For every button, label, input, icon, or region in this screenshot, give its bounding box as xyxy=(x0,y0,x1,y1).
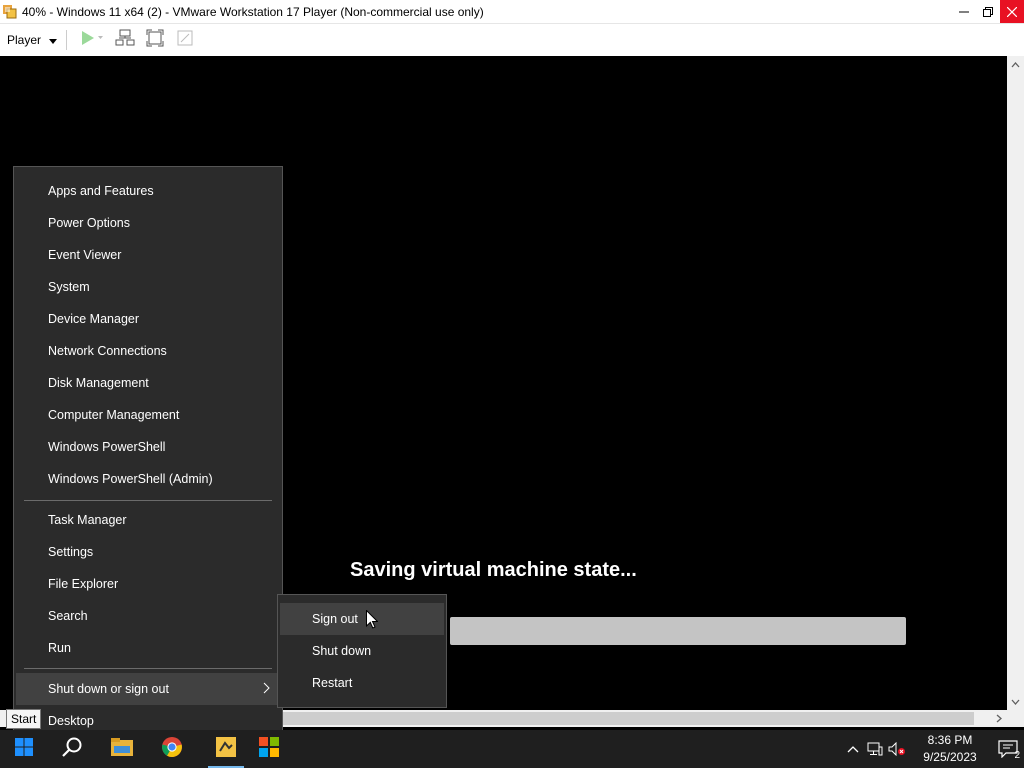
start-button[interactable] xyxy=(0,730,48,768)
folder-icon xyxy=(111,737,133,761)
menu-item-search[interactable]: Search xyxy=(14,600,282,632)
menu-item-label: Windows PowerShell xyxy=(48,440,166,454)
vmware-app-icon[interactable] xyxy=(2,4,18,20)
menu-divider xyxy=(24,500,272,501)
menu-item-system[interactable]: System xyxy=(14,271,282,303)
menu-item-label: Windows PowerShell (Admin) xyxy=(48,472,213,486)
progress-fill xyxy=(450,617,906,645)
player-menu-label: Player xyxy=(7,33,42,47)
chevron-up-icon xyxy=(847,746,859,753)
taskbar-file-explorer[interactable] xyxy=(98,730,146,768)
scroll-down-icon[interactable] xyxy=(1007,693,1024,710)
unity-icon xyxy=(176,29,194,52)
menu-item-windows-powershell[interactable]: Windows PowerShell xyxy=(14,431,282,463)
menu-item-file-explorer[interactable]: File Explorer xyxy=(14,568,282,600)
menu-item-label: Shut down or sign out xyxy=(48,682,169,696)
menu-item-label: Task Manager xyxy=(48,513,127,527)
menu-item-label: Run xyxy=(48,641,71,655)
fullscreen-icon xyxy=(146,29,164,52)
menu-item-shut-down-or-sign-out[interactable]: Shut down or sign out xyxy=(16,673,280,705)
toolbar-divider xyxy=(66,30,68,50)
player-menu-button[interactable]: Player xyxy=(7,28,58,52)
clock-date: 9/25/2023 xyxy=(923,750,977,764)
clock-time: 8:36 PM xyxy=(927,733,973,747)
power-on-button[interactable] xyxy=(76,28,108,52)
menu-item-label: Network Connections xyxy=(48,344,167,358)
play-icon xyxy=(81,30,104,50)
chrome-icon xyxy=(161,736,183,763)
submenu-item-restart[interactable]: Restart xyxy=(280,667,444,699)
search-icon xyxy=(61,736,83,763)
chevron-right-icon xyxy=(263,682,270,697)
vertical-scrollbar[interactable] xyxy=(1007,56,1024,710)
notification-center-button[interactable]: 2 xyxy=(992,730,1024,768)
scroll-right-icon[interactable] xyxy=(990,710,1007,727)
network-computers-icon xyxy=(115,29,135,52)
menu-item-device-manager[interactable]: Device Manager xyxy=(14,303,282,335)
windows-logo-icon xyxy=(15,737,33,761)
taskbar: 8:36 PM 9/25/2023 2 xyxy=(0,730,1024,768)
minimize-button[interactable] xyxy=(952,0,976,23)
start-tooltip: Start xyxy=(6,709,42,729)
restore-button[interactable] xyxy=(976,0,1000,23)
fullscreen-button[interactable] xyxy=(142,28,168,52)
menu-divider xyxy=(24,668,272,669)
submenu-item-label: Sign out xyxy=(312,612,358,626)
menu-item-computer-management[interactable]: Computer Management xyxy=(14,399,282,431)
submenu-item-label: Restart xyxy=(312,676,353,690)
window-title: 40% - Windows 11 x64 (2) - VMware Workst… xyxy=(22,4,484,19)
taskbar-clock[interactable]: 8:36 PM 9/25/2023 xyxy=(916,732,984,766)
chevron-down-icon xyxy=(49,33,58,47)
menu-item-label: Apps and Features xyxy=(48,184,154,198)
volume-muted-icon[interactable] xyxy=(886,730,908,768)
scroll-up-icon[interactable] xyxy=(1007,56,1024,73)
menu-item-disk-management[interactable]: Disk Management xyxy=(14,367,282,399)
unity-button[interactable] xyxy=(172,28,198,52)
saving-status-text: Saving virtual machine state... xyxy=(350,559,637,581)
scrollbar-corner xyxy=(1007,710,1024,727)
menu-item-label: Event Viewer xyxy=(48,248,122,262)
menu-item-label: Search xyxy=(48,609,88,623)
title-bar: 40% - Windows 11 x64 (2) - VMware Workst… xyxy=(0,0,1024,23)
taskbar-app-pinned[interactable] xyxy=(202,730,250,768)
menu-item-run[interactable]: Run xyxy=(14,632,282,664)
system-tray: 8:36 PM 9/25/2023 2 xyxy=(842,730,1024,768)
menu-item-label: Settings xyxy=(48,545,94,559)
submenu-item-sign-out[interactable]: Sign out xyxy=(280,603,444,635)
menu-item-label: Desktop xyxy=(48,714,94,728)
submenu-item-label: Shut down xyxy=(312,644,372,658)
menu-item-settings[interactable]: Settings xyxy=(14,536,282,568)
submenu-item-shut-down[interactable]: Shut down xyxy=(280,635,444,667)
store-icon xyxy=(259,736,279,762)
menu-item-power-options[interactable]: Power Options xyxy=(14,207,282,239)
menu-item-label: Device Manager xyxy=(48,312,140,326)
menu-item-label: Disk Management xyxy=(48,376,149,390)
menu-item-label: Power Options xyxy=(48,216,130,230)
close-button[interactable] xyxy=(1000,0,1024,23)
menu-item-event-viewer[interactable]: Event Viewer xyxy=(14,239,282,271)
shutdown-submenu: Sign out Shut down Restart xyxy=(277,594,447,708)
send-ctrl-alt-del-button[interactable] xyxy=(112,28,138,52)
taskbar-chrome[interactable] xyxy=(148,730,196,768)
horizontal-scroll-thumb[interactable] xyxy=(282,712,974,725)
menu-item-windows-powershell-admin[interactable]: Windows PowerShell (Admin) xyxy=(14,463,282,495)
taskbar-microsoft-store[interactable] xyxy=(245,730,293,768)
menu-item-label: System xyxy=(48,280,90,294)
menu-item-task-manager[interactable]: Task Manager xyxy=(14,504,282,536)
network-icon[interactable] xyxy=(864,730,886,768)
mouse-pointer-icon xyxy=(366,609,379,634)
menu-item-network-connections[interactable]: Network Connections xyxy=(14,335,282,367)
player-toolbar: Player xyxy=(0,23,1024,56)
app-icon xyxy=(216,736,236,762)
winx-quick-link-menu: Apps and Features Power Options Event Vi… xyxy=(13,166,283,746)
menu-item-label: Computer Management xyxy=(48,408,180,422)
show-hidden-icons-button[interactable] xyxy=(842,730,864,768)
notification-count-badge: 2 xyxy=(1014,750,1020,761)
taskbar-search-button[interactable] xyxy=(48,730,96,768)
menu-item-label: File Explorer xyxy=(48,577,119,591)
menu-item-apps-and-features[interactable]: Apps and Features xyxy=(14,175,282,207)
